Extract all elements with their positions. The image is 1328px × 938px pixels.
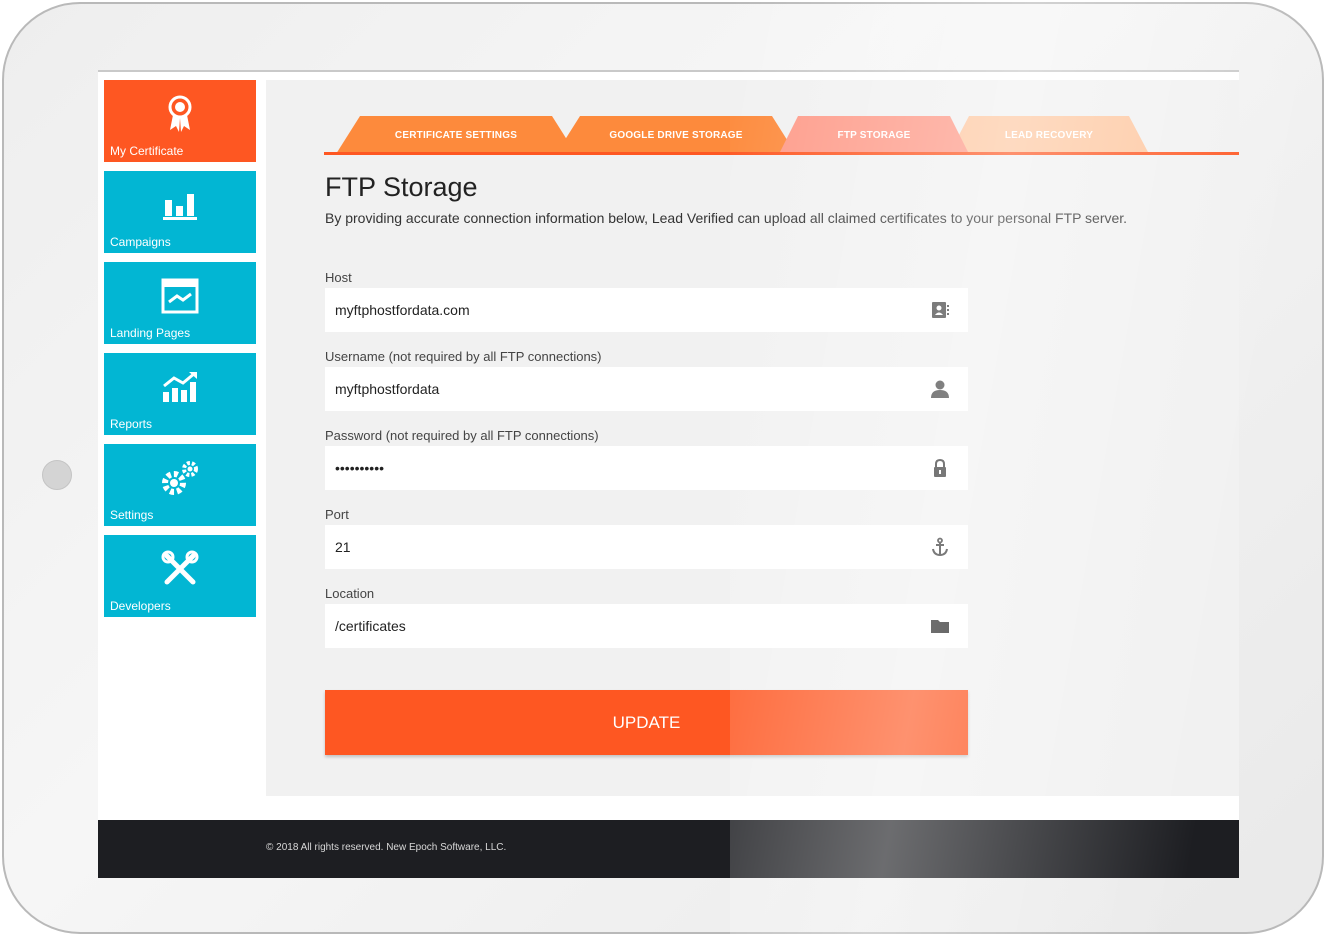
tab-underline [324,152,1239,155]
host-field-wrapper [325,288,968,332]
browser-window-icon [160,276,200,316]
sidebar-item-settings[interactable]: Settings [104,444,256,526]
sidebar-item-label: Campaigns [110,235,171,249]
sidebar-item-label: Landing Pages [110,326,191,340]
password-field-wrapper [325,446,968,490]
tab-google-drive-storage[interactable]: GOOGLE DRIVE STORAGE [556,116,796,154]
address-book-icon [930,300,950,320]
update-button[interactable]: UPDATE [325,690,968,755]
host-input[interactable] [335,302,895,318]
location-label: Location [325,586,375,601]
tab-ftp-storage[interactable]: FTP STORAGE [779,116,969,154]
home-button[interactable] [42,460,72,490]
host-label: Host [325,270,352,285]
password-label: Password (not required by all FTP connec… [325,428,599,443]
bar-chart-icon [160,185,200,225]
tablet-frame: My Certificate Campaigns Landing Pages R… [2,2,1324,934]
tab-certificate-settings[interactable]: CERTIFICATE SETTINGS [336,116,576,154]
gears-icon [160,458,200,498]
sidebar-item-label: Reports [110,417,153,431]
tab-bar: CERTIFICATE SETTINGS GOOGLE DRIVE STORAG… [324,116,1239,154]
tools-icon [160,549,200,589]
user-icon [930,379,950,399]
anchor-icon [930,537,950,557]
sidebar-item-my-certificate[interactable]: My Certificate [104,80,256,162]
sidebar-item-label: Developers [110,599,171,613]
location-field-wrapper [325,604,968,648]
main-panel: CERTIFICATE SETTINGS GOOGLE DRIVE STORAG… [266,80,1239,796]
location-input[interactable] [335,618,895,634]
award-ribbon-icon [160,94,200,134]
lock-icon [930,458,950,478]
trending-chart-icon [160,367,200,407]
page-description: By providing accurate connection informa… [325,210,1128,226]
port-input[interactable] [335,539,895,555]
sidebar-item-campaigns[interactable]: Campaigns [104,171,256,253]
app-screen: My Certificate Campaigns Landing Pages R… [98,70,1239,878]
sidebar-item-landing-pages[interactable]: Landing Pages [104,262,256,344]
sidebar-item-developers[interactable]: Developers [104,535,256,617]
port-field-wrapper [325,525,968,569]
sidebar-item-label: Settings [110,508,154,522]
password-input[interactable] [335,460,895,476]
footer: © 2018 All rights reserved. New Epoch So… [98,820,1239,878]
footer-copyright: © 2018 All rights reserved. New Epoch So… [266,842,507,853]
folder-icon [930,616,950,636]
sidebar: My Certificate Campaigns Landing Pages R… [104,80,256,626]
username-field-wrapper [325,367,968,411]
page-title: FTP Storage [325,172,478,202]
tab-lead-recovery[interactable]: LEAD RECOVERY [949,116,1149,154]
sidebar-item-reports[interactable]: Reports [104,353,256,435]
username-label: Username (not required by all FTP connec… [325,349,602,364]
sidebar-item-label: My Certificate [110,144,184,158]
ftp-form: Host Username (not requi [325,268,968,663]
port-label: Port [325,507,349,522]
username-input[interactable] [335,381,895,397]
